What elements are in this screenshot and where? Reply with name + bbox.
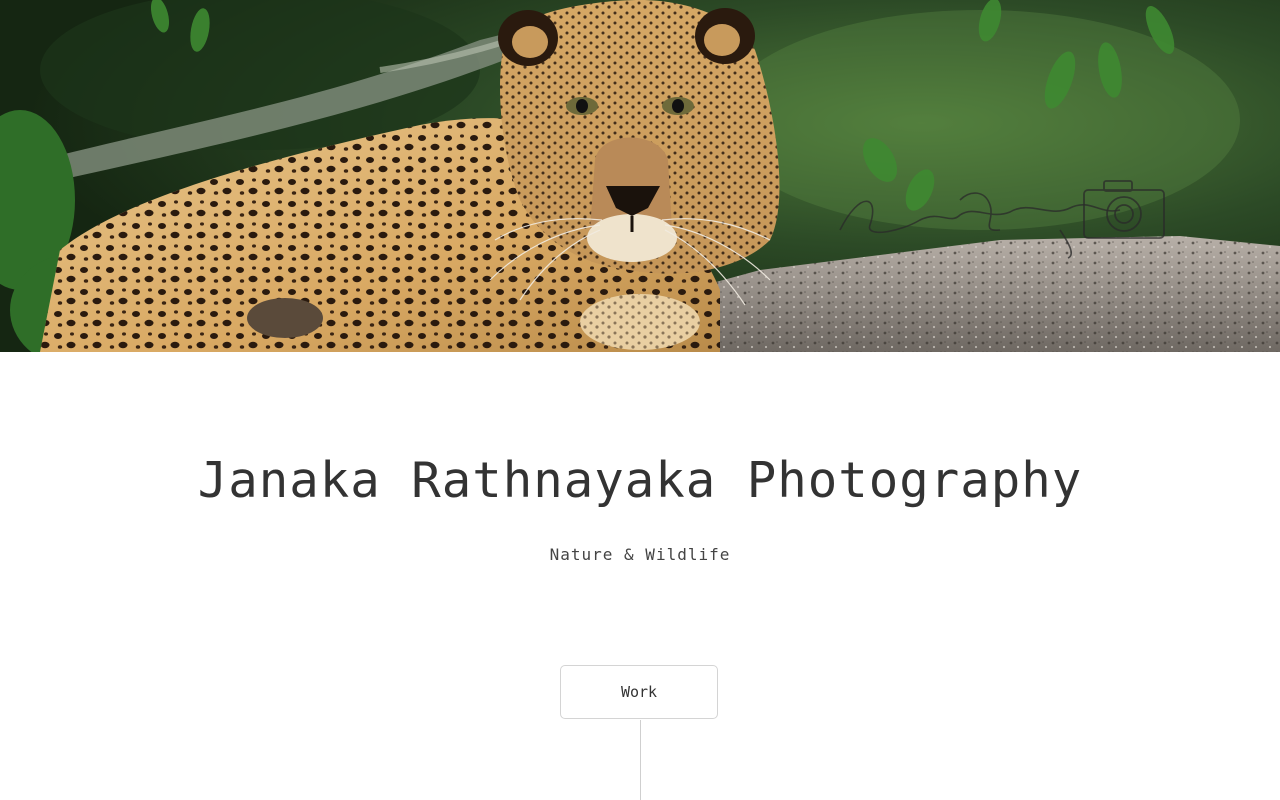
hero-image xyxy=(0,0,1280,352)
work-button[interactable]: Work xyxy=(560,665,718,719)
site-tagline: Nature & Wildlife xyxy=(549,545,731,564)
site-title: Janaka Rathnayaka Photography xyxy=(197,452,1083,509)
connector-line xyxy=(640,720,641,800)
hero-banner xyxy=(0,0,1280,352)
